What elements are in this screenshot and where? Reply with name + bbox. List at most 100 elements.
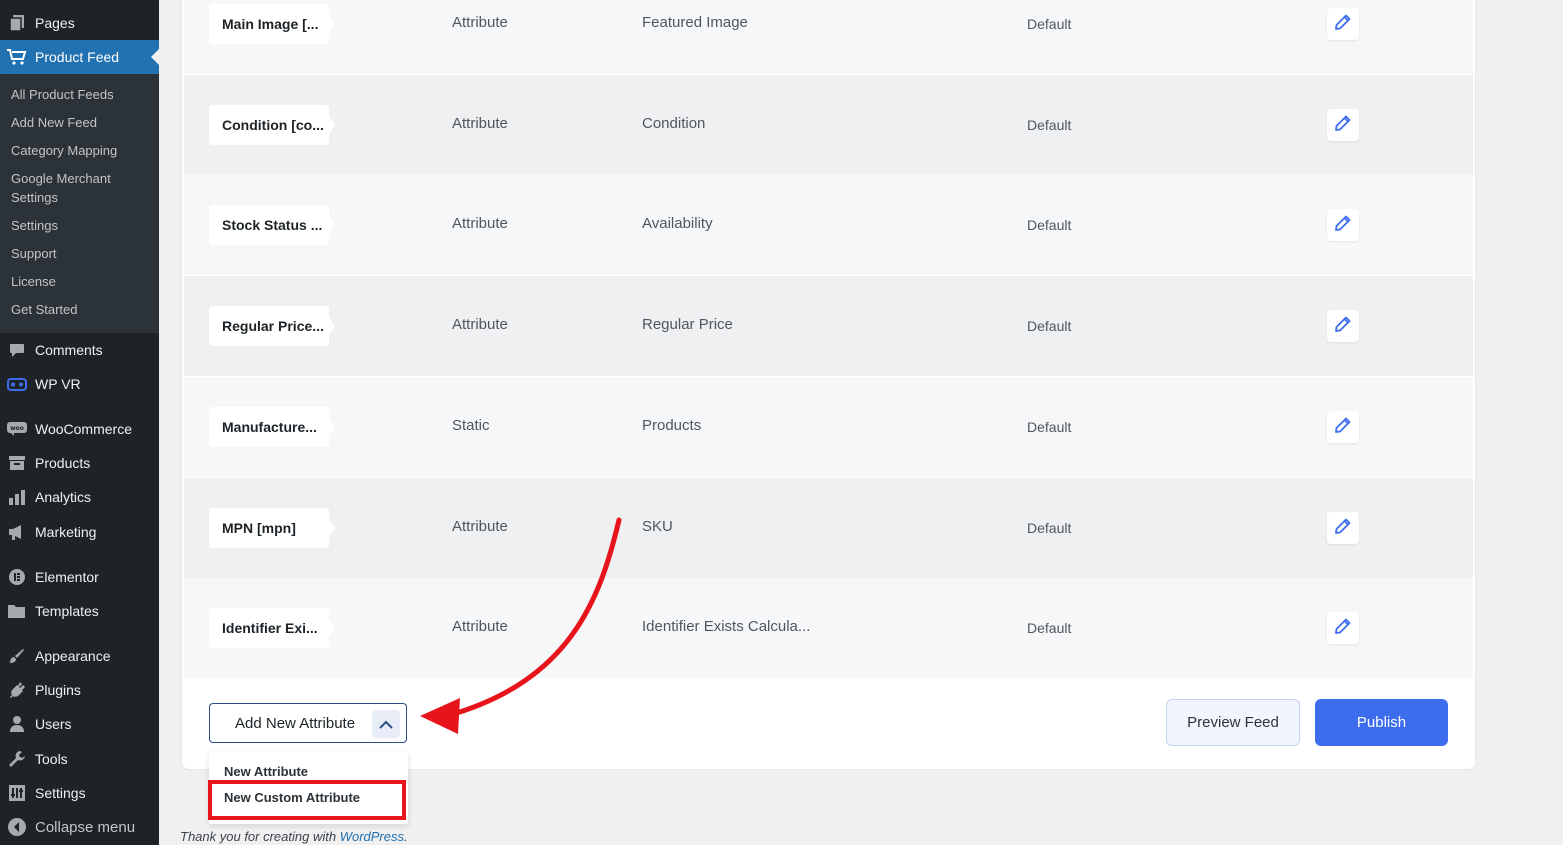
sidebar-item-label: Plugins [35,682,81,698]
attribute-value: Availability [642,215,713,232]
tag-pointer [327,314,335,338]
sidebar-item-wp-vr[interactable]: WP VR [0,367,159,401]
wrench-icon [7,749,27,769]
sidebar-item-label: Pages [35,15,75,31]
table-row: Stock Status ... Attribute Availability Def… [184,175,1473,275]
sidebar-item-label: Products [35,455,91,471]
woo-icon: woo [7,419,27,439]
pencil-icon [1335,14,1351,35]
sidebar-item-comments[interactable]: Comments [0,333,159,367]
attribute-default: Default [1027,217,1072,233]
submenu-support[interactable]: Support [11,244,57,263]
attribute-value: SKU [642,518,673,535]
pages-icon [7,13,27,33]
edit-button[interactable] [1327,109,1359,141]
submenu-settings[interactable]: Settings [11,216,58,235]
tag-pointer [327,12,335,36]
submenu-google-merchant[interactable]: Google Merchant [11,169,111,188]
attribute-default: Default [1027,318,1072,334]
attribute-value: Products [642,417,702,434]
edit-button[interactable] [1327,8,1359,40]
pencil-icon [1335,618,1351,639]
sidebar-item-elementor[interactable]: Elementor [0,560,159,594]
attribute-name-tag[interactable]: Regular Price... [209,306,329,346]
admin-footer: Thank you for creating with WordPress. [180,829,408,844]
bar-chart-icon [7,487,27,507]
sidebar-item-analytics[interactable]: Analytics [0,480,159,514]
edit-button[interactable] [1327,209,1359,241]
attribute-value: Featured Image [642,14,748,31]
attribute-name-tag[interactable]: Main Image [... [209,4,329,44]
attribute-type: Static [452,417,490,434]
footer-text: Thank you for creating with [180,829,340,844]
attribute-type: Attribute [452,215,508,232]
collapse-icon [7,817,27,837]
collapse-menu-button[interactable]: Collapse menu [0,810,159,844]
megaphone-icon [7,522,27,542]
pencil-icon [1335,316,1351,337]
chevron-up-icon[interactable] [372,710,400,738]
annotation-arrow [420,517,622,734]
footer-suffix: . [404,829,408,844]
plugin-icon [7,680,27,700]
add-new-attribute-button[interactable]: Add New Attribute [209,703,407,743]
elementor-icon [7,567,27,587]
attribute-default: Default [1027,520,1072,536]
attribute-value: Condition [642,115,706,132]
sidebar-item-label: WP VR [35,376,81,392]
submenu-category-mapping[interactable]: Category Mapping [11,141,117,160]
sidebar-item-plugins[interactable]: Plugins [0,673,159,707]
sidebar-submenu: All Product Feeds Add New Feed Category … [0,74,159,333]
sidebar-item-label: Product Feed [35,49,120,65]
settings-icon [7,783,27,803]
attribute-name-tag[interactable]: Condition [co... [209,105,329,145]
preview-feed-button[interactable]: Preview Feed [1166,699,1300,746]
sidebar-item-label: Templates [35,603,99,619]
vr-icon [7,374,27,394]
edit-button[interactable] [1327,411,1359,443]
attribute-value: Regular Price [642,316,733,333]
sidebar-item-tools[interactable]: Tools [0,742,159,776]
wordpress-link[interactable]: WordPress [340,829,404,844]
sidebar-item-users[interactable]: Users [0,707,159,741]
attribute-name-tag[interactable]: Stock Status ... [209,205,329,245]
table-row: MPN [mpn] Attribute SKU Default [184,478,1473,578]
sidebar-item-product-feed[interactable]: Product Feed [0,40,159,74]
attribute-default: Default [1027,16,1072,32]
sidebar-item-pages[interactable]: Pages [0,6,159,40]
sidebar-item-label: Elementor [35,569,99,585]
attribute-type: Attribute [452,14,508,31]
submenu-all-product-feeds[interactable]: All Product Feeds [11,85,114,104]
comment-icon [7,340,27,360]
svg-text:woo: woo [10,425,24,432]
sidebar-item-label: Users [35,716,72,732]
publish-button[interactable]: Publish [1315,699,1448,746]
sidebar-item-settings[interactable]: Settings [0,776,159,810]
dropdown-new-attribute[interactable]: New Attribute [224,764,308,779]
highlight-annotation-box [208,780,406,820]
edit-button[interactable] [1327,310,1359,342]
attribute-default: Default [1027,419,1072,435]
attribute-value: Identifier Exists Calcula... [642,618,811,635]
submenu-google-merchant-settings[interactable]: Settings [11,188,58,207]
sidebar-item-products[interactable]: Products [0,446,159,480]
sidebar-item-templates[interactable]: Templates [0,594,159,628]
sidebar-item-label: Collapse menu [35,818,136,836]
attribute-name-tag[interactable]: Manufacture... [209,407,329,447]
cart-icon [7,47,27,67]
pencil-icon [1335,417,1351,438]
submenu-add-new-feed[interactable]: Add New Feed [11,113,97,132]
attribute-name-tag[interactable]: MPN [mpn] [209,508,329,548]
sidebar-item-appearance[interactable]: Appearance [0,639,159,673]
sidebar-item-marketing[interactable]: Marketing [0,515,159,549]
table-row: Manufacture... Static Products Default [184,377,1473,477]
edit-button[interactable] [1327,512,1359,544]
sidebar-item-label: Marketing [35,524,97,540]
sidebar-item-woocommerce[interactable]: woo WooCommerce [0,412,159,446]
tag-pointer [327,213,335,237]
attribute-name-tag[interactable]: Identifier Exi... [209,608,329,648]
brush-icon [7,646,27,666]
submenu-license[interactable]: License [11,272,56,291]
submenu-get-started[interactable]: Get Started [11,300,77,319]
edit-button[interactable] [1327,612,1359,644]
